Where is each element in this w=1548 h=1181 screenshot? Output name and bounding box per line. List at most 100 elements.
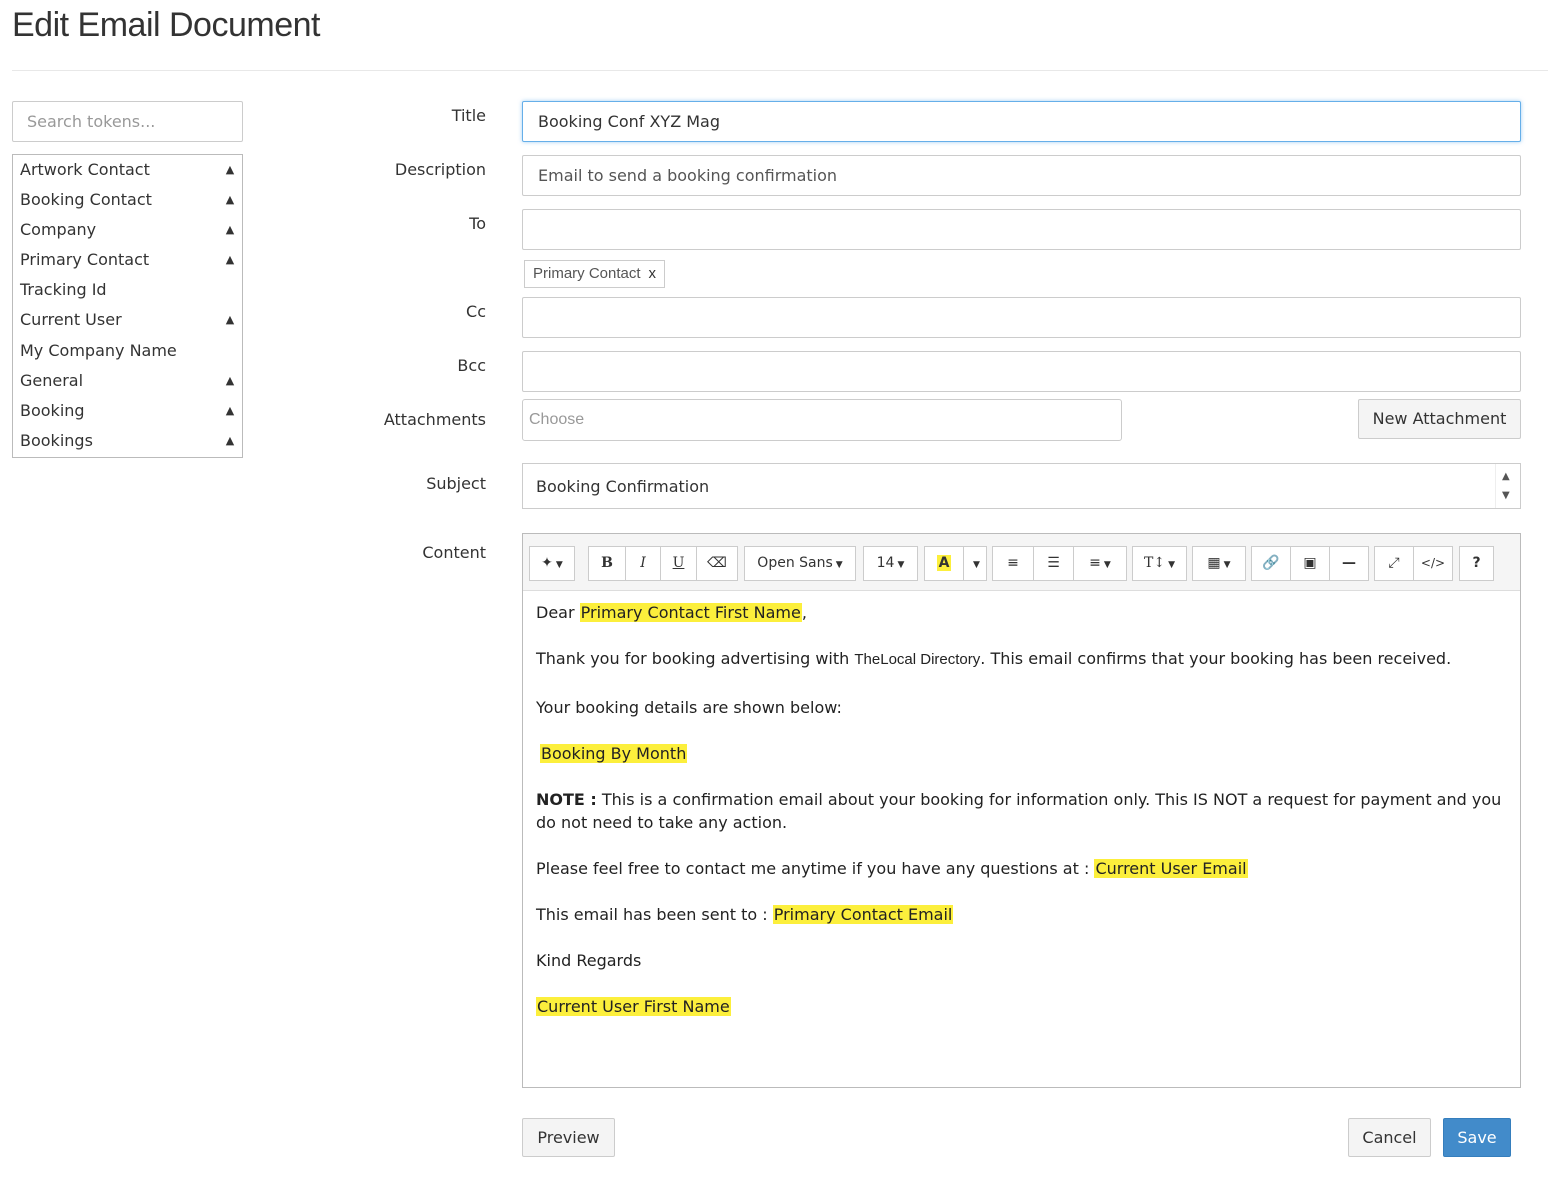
- token-list: Artwork Contact ▲ Booking Contact ▲ Compan…: [12, 154, 243, 458]
- underline-button[interactable]: U: [660, 546, 697, 581]
- thanks-text-end: . This email confirms that your booking …: [980, 649, 1452, 668]
- fullscreen-icon: ⤢: [1388, 555, 1400, 571]
- token-item-primary-contact[interactable]: Primary Contact ▲: [13, 245, 242, 275]
- editor-toolbar: ✦ ▼ B I U ⌫ Open Sans ▼ 14 ▼ A ▼ ≡ ☰ ≡ ▼ T↕ ▼…: [523, 534, 1520, 591]
- horizontal-rule-icon: —: [1342, 555, 1356, 571]
- chevron-up-icon[interactable]: ▲: [224, 245, 236, 275]
- clear-format-button[interactable]: ⌫: [696, 546, 738, 581]
- cc-input[interactable]: [522, 297, 1521, 338]
- align-icon: ≡: [1089, 555, 1101, 571]
- bcc-label: Bcc: [457, 356, 486, 375]
- chevron-up-icon[interactable]: ▲: [224, 215, 236, 245]
- caret-down-icon: ▼: [835, 560, 843, 570]
- title-label: Title: [451, 106, 486, 125]
- caret-down-icon: ▼: [1223, 560, 1231, 570]
- horizontal-rule-button[interactable]: —: [1329, 546, 1369, 581]
- chevron-up-icon[interactable]: ▲: [224, 185, 236, 215]
- align-dropdown[interactable]: ≡ ▼: [1073, 546, 1127, 581]
- picture-icon: ▣: [1303, 555, 1317, 571]
- token-search-input[interactable]: [12, 101, 243, 142]
- font-size-dropdown[interactable]: 14 ▼: [863, 546, 918, 581]
- table-dropdown[interactable]: ▦ ▼: [1192, 546, 1246, 581]
- chevron-up-icon[interactable]: ▲: [224, 426, 236, 456]
- new-attachment-button[interactable]: New Attachment: [1358, 399, 1521, 439]
- chip-remove-icon[interactable]: x: [649, 265, 657, 282]
- thanks-text: Thank you for booking advertising with: [536, 649, 855, 668]
- greeting-text: Dear: [536, 603, 580, 622]
- line-height-dropdown[interactable]: T↕ ▼: [1132, 546, 1187, 581]
- booking-paragraph: Booking By Month: [536, 742, 1502, 765]
- token-booking-by-month[interactable]: Booking By Month: [540, 744, 688, 763]
- caret-down-icon: ▼: [555, 560, 563, 570]
- token-label: My Company Name: [20, 340, 177, 360]
- token-item-my-company-name[interactable]: My Company Name: [13, 336, 242, 366]
- editor-content[interactable]: Dear Primary Contact First Name, Thank y…: [536, 601, 1502, 1018]
- spin-up-icon[interactable]: ▲: [1502, 472, 1510, 482]
- token-item-booking[interactable]: Booking ▲: [13, 396, 242, 426]
- token-item-current-user[interactable]: Current User ▲: [13, 305, 242, 335]
- highlight-dropdown[interactable]: ▼: [963, 546, 987, 581]
- eraser-icon: ⌫: [707, 555, 727, 571]
- token-current-user-email[interactable]: Current User Email: [1094, 859, 1248, 878]
- italic-button[interactable]: I: [625, 546, 661, 581]
- style-button[interactable]: ✦ ▼: [529, 546, 575, 581]
- code-view-icon: </>: [1420, 556, 1446, 570]
- signature-paragraph: Current User First Name: [536, 995, 1502, 1018]
- note-label: NOTE :: [536, 790, 597, 809]
- token-item-bookings[interactable]: Bookings ▲: [13, 426, 242, 456]
- code-view-button[interactable]: </>: [1413, 546, 1453, 581]
- caret-down-icon: ▼: [1103, 560, 1111, 570]
- token-primary-contact-first-name[interactable]: Primary Contact First Name: [579, 603, 802, 622]
- note-paragraph: NOTE : This is a confirmation email abou…: [536, 788, 1502, 834]
- ordered-list-button[interactable]: ☰: [1033, 546, 1074, 581]
- chevron-up-icon[interactable]: ▲: [224, 396, 236, 426]
- description-input[interactable]: [522, 155, 1521, 196]
- highlight-icon: A: [936, 555, 952, 571]
- italic-icon: I: [640, 555, 646, 571]
- token-item-tracking-id[interactable]: Tracking Id: [13, 275, 242, 305]
- chevron-up-icon[interactable]: ▲: [224, 366, 236, 396]
- bcc-input[interactable]: [522, 351, 1521, 392]
- cc-label: Cc: [466, 302, 486, 321]
- highlight-button[interactable]: A: [924, 546, 964, 581]
- picture-button[interactable]: ▣: [1290, 546, 1330, 581]
- chevron-up-icon[interactable]: ▲: [224, 155, 236, 185]
- save-button[interactable]: Save: [1443, 1118, 1511, 1157]
- help-icon: ?: [1472, 555, 1481, 571]
- greeting-suffix: ,: [801, 603, 807, 622]
- underline-icon: U: [672, 555, 685, 571]
- attachments-select[interactable]: Choose: [522, 399, 1122, 441]
- greeting-paragraph: Dear Primary Contact First Name,: [536, 601, 1502, 624]
- page-title: Edit Email Document: [12, 6, 320, 44]
- to-input[interactable]: [522, 209, 1521, 250]
- unordered-list-button[interactable]: ≡: [992, 546, 1034, 581]
- subject-select[interactable]: Booking Confirmation ▲ ▼: [522, 463, 1521, 509]
- font-family-value: Open Sans: [757, 555, 833, 571]
- help-button[interactable]: ?: [1459, 546, 1494, 581]
- token-primary-contact-email[interactable]: Primary Contact Email: [772, 905, 954, 924]
- font-family-dropdown[interactable]: Open Sans ▼: [744, 546, 856, 581]
- token-label: Primary Contact: [20, 250, 150, 270]
- description-label: Description: [394, 160, 486, 179]
- subject-spinner[interactable]: ▲ ▼: [1495, 464, 1520, 508]
- token-label: Current User: [20, 310, 122, 330]
- token-label: Artwork Contact: [20, 160, 150, 179]
- title-input[interactable]: [522, 101, 1521, 142]
- title-divider: [12, 70, 1548, 71]
- fullscreen-button[interactable]: ⤢: [1374, 546, 1414, 581]
- link-button[interactable]: 🔗: [1251, 546, 1291, 581]
- bold-button[interactable]: B: [588, 546, 626, 581]
- preview-button[interactable]: Preview: [522, 1118, 615, 1157]
- token-label: Booking: [20, 400, 85, 420]
- token-current-user-first-name[interactable]: Current User First Name: [536, 997, 731, 1016]
- token-item-general[interactable]: General ▲: [13, 366, 242, 396]
- chevron-up-icon[interactable]: ▲: [224, 305, 236, 335]
- token-item-booking-contact[interactable]: Booking Contact ▲: [13, 185, 242, 215]
- thanks-paragraph: Thank you for booking advertising with T…: [536, 647, 1502, 671]
- spin-down-icon[interactable]: ▼: [1502, 491, 1510, 501]
- token-item-artwork-contact[interactable]: Artwork Contact ▲: [13, 155, 242, 185]
- to-label: To: [469, 214, 486, 233]
- cancel-button[interactable]: Cancel: [1348, 1118, 1431, 1157]
- sent-paragraph: This email has been sent to : Primary Co…: [536, 903, 1502, 926]
- token-item-company[interactable]: Company ▲: [13, 215, 242, 245]
